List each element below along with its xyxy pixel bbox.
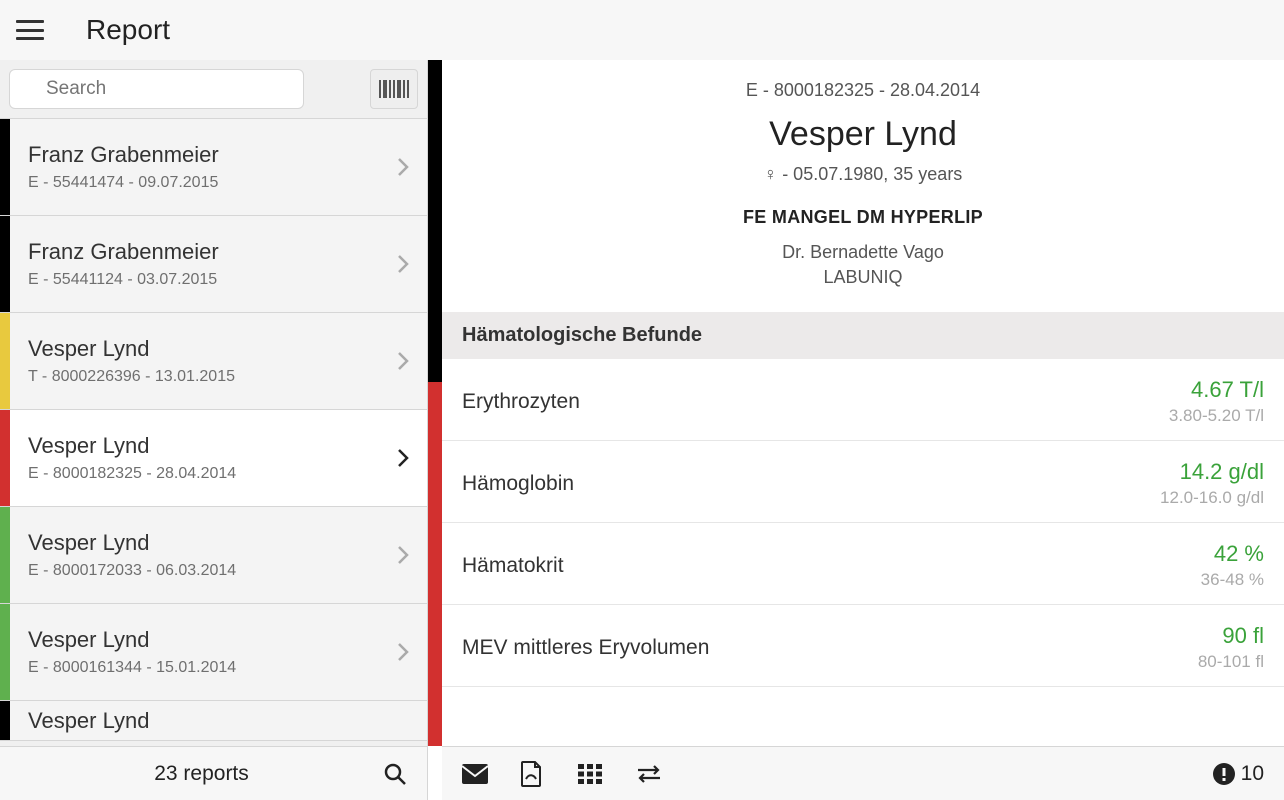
result-row[interactable]: MEV mittleres Eryvolumen90 fl 80-101 fl bbox=[442, 605, 1284, 687]
report-list: Franz Grabenmeier E - 55441474 - 09.07.20… bbox=[0, 118, 427, 746]
chevron-right-icon bbox=[397, 545, 427, 565]
report-item-meta: E - 8000172033 - 06.03.2014 bbox=[28, 562, 387, 580]
report-item-name: Vesper Lynd bbox=[28, 433, 387, 459]
status-stripe bbox=[0, 507, 10, 603]
result-value: 42 % bbox=[1201, 541, 1264, 567]
status-stripe bbox=[0, 410, 10, 506]
report-list-item[interactable]: Vesper Lynd E - 8000172033 - 06.03.2014 bbox=[0, 507, 427, 604]
result-range: 12.0-16.0 g/dl bbox=[1160, 488, 1264, 508]
result-label: Hämoglobin bbox=[462, 472, 1160, 496]
result-row[interactable]: Erythrozyten4.67 T/l 3.80-5.20 T/l bbox=[442, 359, 1284, 441]
patient-header: E - 8000182325 - 28.04.2014 Vesper Lynd … bbox=[442, 60, 1284, 312]
patient-demo: ♀ - 05.07.1980, 35 years bbox=[452, 164, 1274, 185]
menu-icon[interactable] bbox=[16, 20, 44, 40]
chevron-right-icon bbox=[397, 157, 427, 177]
status-stripe bbox=[0, 604, 10, 700]
result-value: 14.2 g/dl bbox=[1160, 459, 1264, 485]
grid-icon[interactable] bbox=[578, 764, 606, 784]
result-row[interactable]: Hämoglobin14.2 g/dl 12.0-16.0 g/dl bbox=[442, 441, 1284, 523]
barcode-button[interactable] bbox=[370, 69, 418, 109]
search-button[interactable] bbox=[383, 762, 407, 786]
sidebar-footer: 23 reports bbox=[0, 746, 427, 800]
warning-icon bbox=[1213, 763, 1235, 785]
result-value: 90 fl bbox=[1198, 623, 1264, 649]
patient-diagnosis: FE MANGEL DM HYPERLIP bbox=[452, 207, 1274, 228]
report-list-item[interactable]: Franz Grabenmeier E - 55441124 - 03.07.20… bbox=[0, 216, 427, 313]
warning-indicator[interactable]: 10 bbox=[1213, 762, 1264, 786]
app-header: Report bbox=[0, 0, 1284, 60]
chevron-right-icon bbox=[397, 351, 427, 371]
result-label: Erythrozyten bbox=[462, 390, 1169, 414]
report-item-name: Franz Grabenmeier bbox=[28, 142, 387, 168]
patient-id-line: E - 8000182325 - 28.04.2014 bbox=[452, 80, 1274, 101]
search-input[interactable] bbox=[9, 69, 304, 109]
status-stripe bbox=[0, 119, 10, 215]
chevron-right-icon bbox=[397, 448, 427, 468]
report-list-item[interactable]: Vesper Lynd E - 8000182325 - 28.04.2014 bbox=[0, 410, 427, 507]
report-list-item[interactable]: Vesper Lynd bbox=[0, 701, 427, 741]
patient-lab: LABUNIQ bbox=[452, 267, 1274, 288]
result-value: 4.67 T/l bbox=[1169, 377, 1264, 403]
patient-name: Vesper Lynd bbox=[452, 115, 1274, 154]
warning-count: 10 bbox=[1241, 762, 1264, 786]
result-range: 36-48 % bbox=[1201, 570, 1264, 590]
report-count: 23 reports bbox=[20, 762, 383, 786]
report-item-name: Vesper Lynd bbox=[28, 708, 417, 734]
mail-icon[interactable] bbox=[462, 764, 490, 784]
chevron-right-icon bbox=[397, 642, 427, 662]
detail-footer: 10 bbox=[442, 746, 1284, 800]
report-item-meta: T - 8000226396 - 13.01.2015 bbox=[28, 368, 387, 386]
report-item-meta: E - 8000161344 - 15.01.2014 bbox=[28, 659, 387, 677]
pdf-icon[interactable] bbox=[520, 761, 548, 787]
report-item-meta: E - 8000182325 - 28.04.2014 bbox=[28, 465, 387, 483]
report-item-name: Vesper Lynd bbox=[28, 336, 387, 362]
report-item-name: Franz Grabenmeier bbox=[28, 239, 387, 265]
result-range: 80-101 fl bbox=[1198, 652, 1264, 672]
barcode-icon bbox=[379, 80, 409, 98]
report-item-meta: E - 55441124 - 03.07.2015 bbox=[28, 271, 387, 289]
results-section-header: Hämatologische Befunde bbox=[442, 312, 1284, 359]
report-item-meta: E - 55441474 - 09.07.2015 bbox=[28, 174, 387, 192]
chevron-right-icon bbox=[397, 254, 427, 274]
report-detail: E - 8000182325 - 28.04.2014 Vesper Lynd … bbox=[428, 60, 1284, 800]
status-stripe bbox=[0, 701, 10, 740]
report-item-name: Vesper Lynd bbox=[28, 530, 387, 556]
status-stripe bbox=[0, 216, 10, 312]
result-label: MEV mittleres Eryvolumen bbox=[462, 636, 1198, 660]
swap-icon[interactable] bbox=[636, 764, 664, 784]
status-stripe bbox=[0, 313, 10, 409]
result-range: 3.80-5.20 T/l bbox=[1169, 406, 1264, 426]
report-list-item[interactable]: Franz Grabenmeier E - 55441474 - 09.07.20… bbox=[0, 119, 427, 216]
report-sidebar: Franz Grabenmeier E - 55441474 - 09.07.20… bbox=[0, 60, 428, 800]
results-list: Erythrozyten4.67 T/l 3.80-5.20 T/l Hämoglo… bbox=[442, 359, 1284, 746]
result-row[interactable]: Hämatokrit42 % 36-48 % bbox=[442, 523, 1284, 605]
patient-doctor: Dr. Bernadette Vago bbox=[452, 242, 1274, 263]
detail-status-stripe bbox=[428, 60, 442, 746]
result-label: Hämatokrit bbox=[462, 554, 1201, 578]
report-item-name: Vesper Lynd bbox=[28, 627, 387, 653]
report-list-item[interactable]: Vesper Lynd T - 8000226396 - 13.01.2015 bbox=[0, 313, 427, 410]
report-list-item[interactable]: Vesper Lynd E - 8000161344 - 15.01.2014 bbox=[0, 604, 427, 701]
page-title: Report bbox=[86, 14, 170, 46]
